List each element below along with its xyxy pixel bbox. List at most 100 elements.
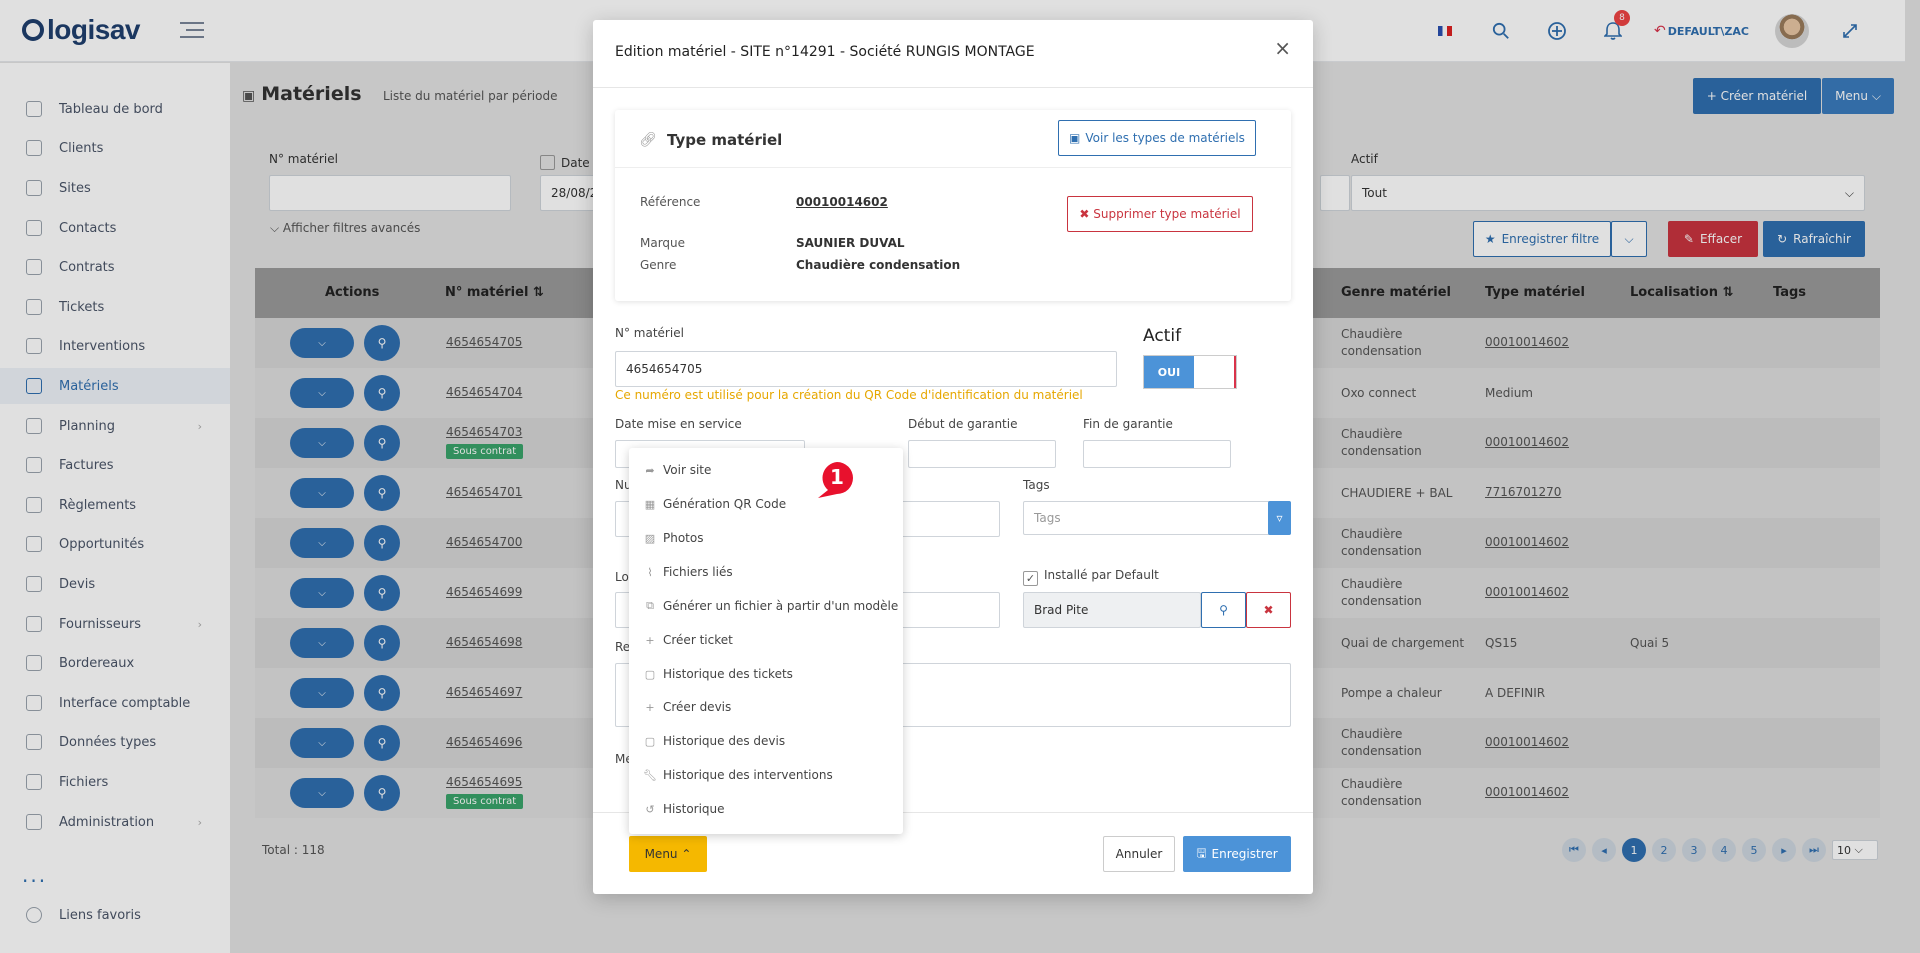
last-page-button[interactable]: ⏭ xyxy=(1802,838,1826,862)
page-3[interactable]: 3 xyxy=(1682,838,1706,862)
sidebar-item-factures[interactable]: Factures xyxy=(0,447,230,483)
page-1[interactable]: 1 xyxy=(1622,838,1646,862)
expand-icon[interactable] xyxy=(1835,16,1865,46)
menu-item-generer-fichier[interactable]: ⧉ Générer un fichier à partir d'un modèle xyxy=(643,596,898,616)
sidebar-item-tickets[interactable]: Tickets xyxy=(0,289,230,325)
row-num-link[interactable]: 4654654695 xyxy=(446,775,522,789)
menu-item-creer-devis[interactable]: + Créer devis xyxy=(643,697,731,717)
row-search-icon[interactable]: ⚲ xyxy=(364,525,400,561)
menu-item-historique-tickets[interactable]: ▢ Historique des tickets xyxy=(643,664,793,684)
filter-num-input[interactable] xyxy=(269,175,511,211)
filter-date-checkbox[interactable] xyxy=(540,155,555,170)
sidebar-item-contacts[interactable]: Contacts xyxy=(0,210,230,246)
prev-page-button[interactable]: ◂ xyxy=(1592,838,1616,862)
modal-menu-button[interactable]: Menu ⌃ xyxy=(629,836,707,872)
row-num-link[interactable]: 4654654698 xyxy=(446,635,522,649)
sidebar-item-administration[interactable]: Administration › xyxy=(0,804,230,840)
fin-garantie-input[interactable] xyxy=(1083,440,1231,468)
row-type-link[interactable]: 00010014602 xyxy=(1485,335,1569,349)
page-size-select[interactable]: 10 ⌵ xyxy=(1832,840,1878,860)
sidebar-item-opportunites[interactable]: Opportunités xyxy=(0,526,230,562)
more-dots[interactable]: ... xyxy=(22,863,47,887)
row-actions-button[interactable]: ⌵ xyxy=(290,528,354,558)
row-num-link[interactable]: 4654654701 xyxy=(446,485,522,499)
row-actions-button[interactable]: ⌵ xyxy=(290,478,354,508)
row-num-link[interactable]: 4654654705 xyxy=(446,335,522,349)
sidebar-item-bordereaux[interactable]: Bordereaux xyxy=(0,645,230,681)
debut-garantie-input[interactable] xyxy=(908,440,1056,468)
row-num-link[interactable]: 4654654704 xyxy=(446,385,522,399)
row-num-link[interactable]: 4654654696 xyxy=(446,735,522,749)
plus-circle-icon[interactable] xyxy=(1542,16,1572,46)
row-search-icon[interactable]: ⚲ xyxy=(364,625,400,661)
sidebar-item-tableau-de-bord[interactable]: Tableau de bord xyxy=(0,91,230,127)
row-actions-button[interactable]: ⌵ xyxy=(290,678,354,708)
hamburger-icon[interactable] xyxy=(180,22,204,43)
row-actions-button[interactable]: ⌵ xyxy=(290,778,354,808)
save-filter-dropdown[interactable]: ⌵ xyxy=(1611,221,1647,257)
logo[interactable]: logisav xyxy=(22,14,140,46)
refresh-button[interactable]: ↻ Rafraîchir xyxy=(1763,221,1865,257)
tags-dropdown-icon[interactable]: ▿ xyxy=(1268,501,1291,535)
sidebar-item-devis[interactable]: Devis xyxy=(0,566,230,602)
create-materiel-button[interactable]: + Créer matériel xyxy=(1693,78,1821,114)
page-2[interactable]: 2 xyxy=(1652,838,1676,862)
row-search-icon[interactable]: ⚲ xyxy=(364,725,400,761)
tags-input[interactable]: Tags xyxy=(1023,501,1291,535)
row-type-link[interactable]: 7716701270 xyxy=(1485,485,1561,499)
next-page-button[interactable]: ▸ xyxy=(1772,838,1796,862)
row-actions-button[interactable]: ⌵ xyxy=(290,628,354,658)
row-type-link[interactable]: 00010014602 xyxy=(1485,535,1569,549)
actif-toggle[interactable]: OUI xyxy=(1143,355,1237,389)
th-loc[interactable]: Localisation ⇅ xyxy=(1630,285,1733,300)
row-actions-button[interactable]: ⌵ xyxy=(290,378,354,408)
row-search-icon[interactable]: ⚲ xyxy=(364,425,400,461)
sidebar-item-clients[interactable]: Clients xyxy=(0,130,230,166)
row-search-icon[interactable]: ⚲ xyxy=(364,325,400,361)
menu-item-fichiers-lies[interactable]: ⌇ Fichiers liés xyxy=(643,562,732,582)
installer-input[interactable]: Brad Pite xyxy=(1023,592,1201,628)
page-5[interactable]: 5 xyxy=(1742,838,1766,862)
sidebar-item-liens-favoris[interactable]: Liens favoris xyxy=(0,897,230,933)
sidebar-item-donnees-types[interactable]: Données types xyxy=(0,724,230,760)
advanced-filters-link[interactable]: ⌵ Afficher filtres avancés xyxy=(270,221,420,236)
row-num-link[interactable]: 4654654697 xyxy=(446,685,522,699)
clear-button[interactable]: ✎ Effacer xyxy=(1668,221,1758,257)
page-menu-button[interactable]: Menu ⌵ xyxy=(1822,78,1894,114)
menu-item-historique-interventions[interactable]: 🔧︎ Historique des interventions xyxy=(643,765,833,785)
row-actions-button[interactable]: ⌵ xyxy=(290,728,354,758)
sidebar-item-planning[interactable]: Planning › xyxy=(0,408,230,444)
sidebar-item-materiels[interactable]: Matériels xyxy=(0,368,230,404)
sidebar-item-interventions[interactable]: Interventions xyxy=(0,328,230,364)
th-num[interactable]: N° matériel ⇅ xyxy=(445,285,544,300)
delete-type-button[interactable]: ✖ Supprimer type matériel xyxy=(1067,196,1253,232)
filter-date-input[interactable]: 28/08/2 xyxy=(540,175,600,211)
sidebar-item-sites[interactable]: Sites xyxy=(0,170,230,206)
row-type-link[interactable]: 00010014602 xyxy=(1485,785,1569,799)
save-filter-button[interactable]: ★ Enregistrer filtre xyxy=(1473,221,1611,257)
close-icon[interactable]: × xyxy=(1274,36,1291,60)
row-search-icon[interactable]: ⚲ xyxy=(364,475,400,511)
user-switch[interactable]: ↶ DEFAULT\ZAC xyxy=(1654,16,1749,46)
menu-item-creer-ticket[interactable]: + Créer ticket xyxy=(643,630,732,650)
avatar[interactable] xyxy=(1775,14,1809,48)
installer-clear-icon[interactable]: ✖ xyxy=(1246,592,1291,628)
num-input[interactable]: 4654654705 xyxy=(615,351,1117,387)
menu-item-voir-site[interactable]: ➦ Voir site xyxy=(643,460,711,480)
sidebar-item-fournisseurs[interactable]: Fournisseurs › xyxy=(0,606,230,642)
row-type-link[interactable]: 00010014602 xyxy=(1485,735,1569,749)
flag-icon[interactable] xyxy=(1430,16,1460,46)
installe-checkbox[interactable]: ✓ xyxy=(1023,571,1038,586)
filter-hidden-input[interactable] xyxy=(1320,175,1350,211)
row-actions-button[interactable]: ⌵ xyxy=(290,428,354,458)
row-actions-button[interactable]: ⌵ xyxy=(290,578,354,608)
row-search-icon[interactable]: ⚲ xyxy=(364,775,400,811)
menu-item-qr-code[interactable]: ▦ Génération QR Code xyxy=(643,494,786,514)
menu-item-historique[interactable]: ↺ Historique xyxy=(643,799,724,819)
row-search-icon[interactable]: ⚲ xyxy=(364,675,400,711)
bell-icon[interactable]: 8 xyxy=(1598,10,1630,46)
sidebar-item-fichiers[interactable]: Fichiers xyxy=(0,764,230,800)
row-search-icon[interactable]: ⚲ xyxy=(364,575,400,611)
row-type-link[interactable]: 00010014602 xyxy=(1485,435,1569,449)
filter-actif-select[interactable]: Tout ⌵ xyxy=(1351,175,1865,211)
